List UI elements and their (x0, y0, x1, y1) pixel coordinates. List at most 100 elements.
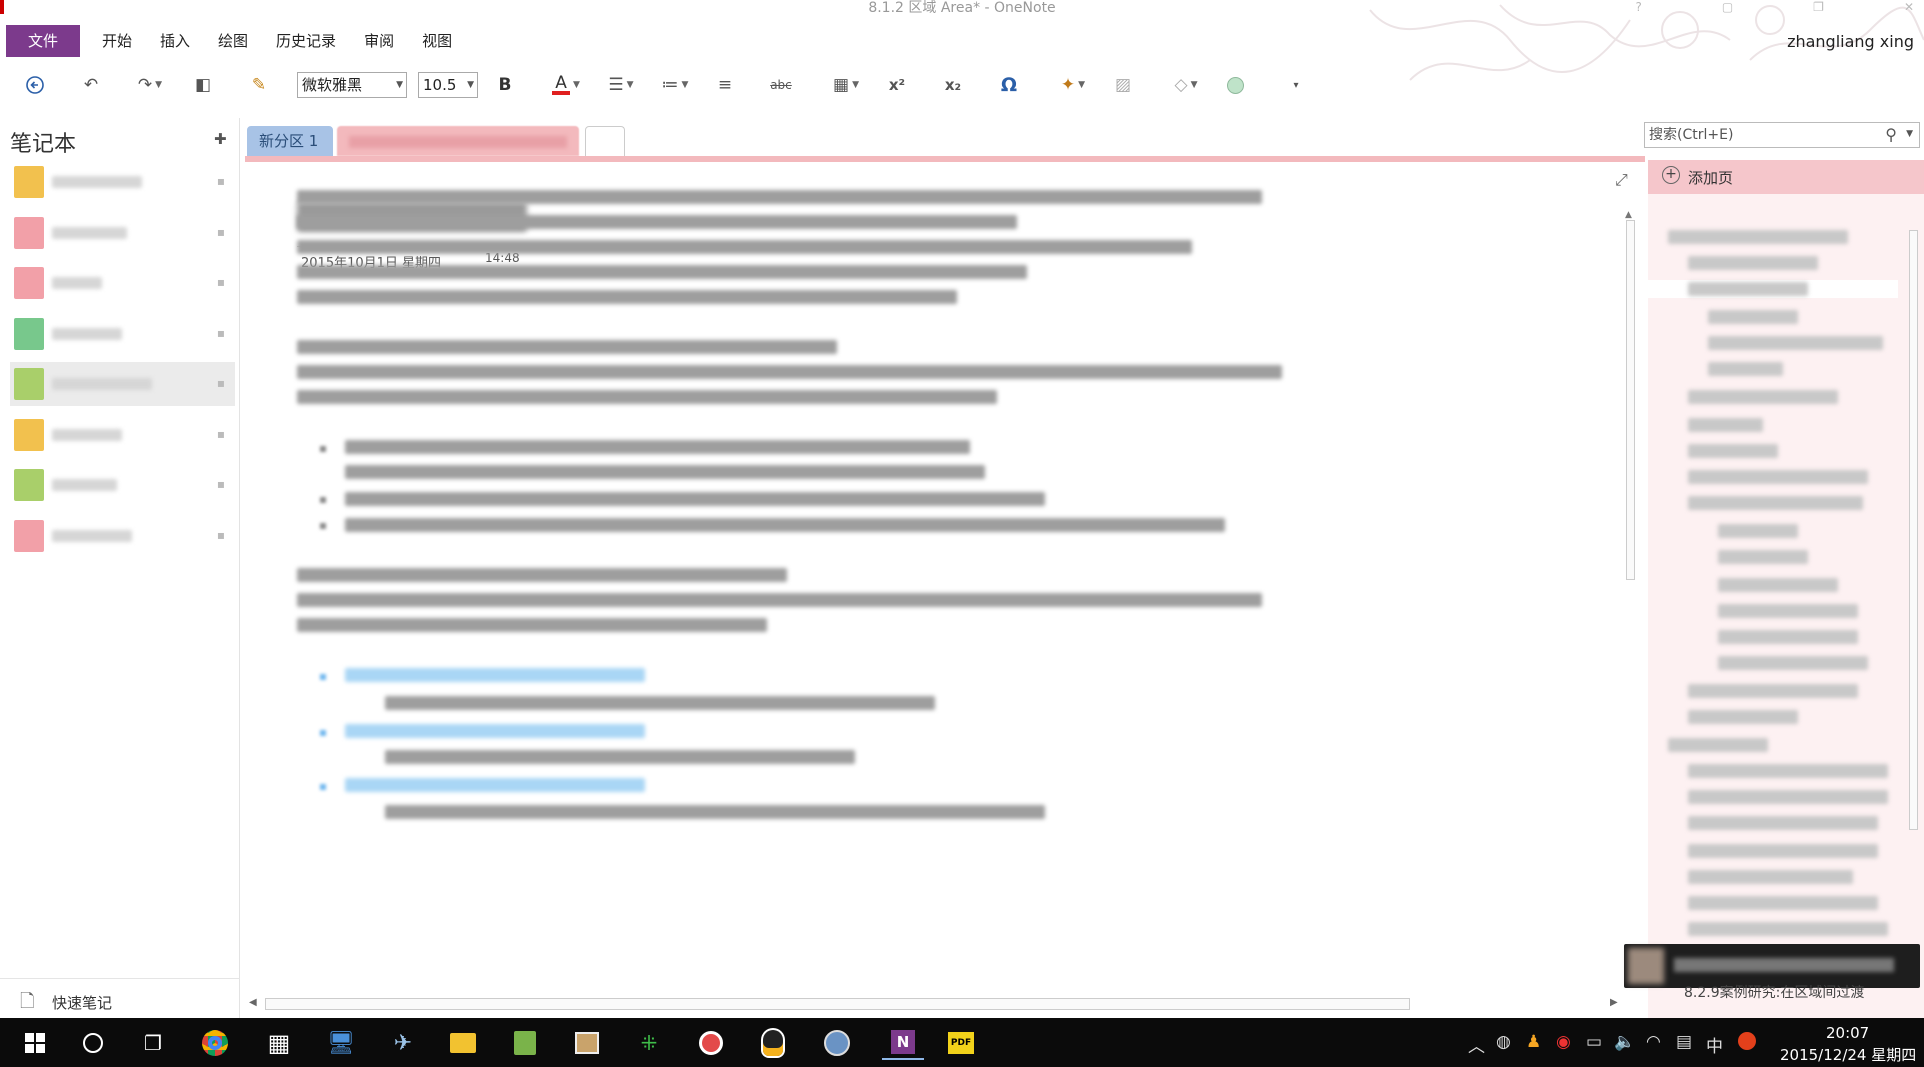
clock-time[interactable]: 20:07 (1826, 1024, 1869, 1042)
notebook-item[interactable]: ▪ (10, 211, 235, 255)
insert-table-button[interactable]: ▦ ▼ (826, 72, 866, 98)
sogou-ime-icon[interactable] (1738, 1032, 1756, 1055)
action-center-icon[interactable]: ▤ (1676, 1032, 1692, 1052)
expand-chevron-icon[interactable]: ▪ (217, 326, 225, 340)
notebook-item[interactable]: ▪ (10, 362, 235, 406)
scroll-thumb[interactable] (1626, 220, 1635, 580)
app-taskbar-button-4[interactable] (570, 1026, 604, 1060)
page-list-item-blurred[interactable] (1668, 738, 1768, 752)
search-box[interactable]: ⚲ ▼ (1644, 122, 1920, 148)
expand-chevron-icon[interactable]: ▪ (217, 376, 225, 390)
subscript-button[interactable]: x₂ (940, 72, 966, 98)
bullet-list-button[interactable]: ☰ ▼ (600, 72, 642, 98)
network-globe-icon[interactable]: ◍ (1496, 1032, 1511, 1052)
security-app-icon[interactable]: ♟ (1526, 1032, 1541, 1052)
page-vertical-scrollbar[interactable]: ▲ (1625, 210, 1637, 1010)
search-button[interactable] (76, 1026, 110, 1060)
chevron-down-icon[interactable]: ▼ (1906, 129, 1913, 139)
page-list-item-blurred[interactable] (1718, 630, 1858, 644)
weibo-icon[interactable]: ◉ (1556, 1032, 1571, 1052)
add-page-button[interactable]: + 添加页 (1648, 160, 1924, 194)
battery-icon[interactable]: ▭ (1586, 1032, 1602, 1052)
page-list-item-blurred[interactable] (1688, 444, 1778, 458)
help-icon[interactable]: ? (1635, 0, 1641, 16)
calculator-taskbar-button[interactable]: ▦ (262, 1026, 296, 1060)
expand-chevron-icon[interactable]: ▪ (217, 275, 225, 289)
app-taskbar-button-2[interactable]: ✈ (386, 1026, 420, 1060)
page-list-item-blurred[interactable] (1718, 604, 1858, 618)
superscript-button[interactable]: x² (884, 72, 910, 98)
numbered-list-button[interactable]: ≔ ▼ (654, 72, 696, 98)
redo-button[interactable]: ↷ ▼ (130, 72, 170, 98)
fullscreen-icon[interactable]: ▢ (1722, 0, 1733, 16)
tab-draw[interactable]: 绘图 (204, 25, 262, 57)
tab-history[interactable]: 历史记录 (262, 25, 350, 57)
page-list-item-blurred[interactable] (1708, 362, 1783, 376)
app-taskbar-button-5[interactable]: ⁜ (632, 1026, 666, 1060)
pdf-taskbar-button[interactable]: PDF (944, 1026, 978, 1060)
scroll-right-icon[interactable]: ▶ (1610, 997, 1618, 1008)
page-list-item-blurred[interactable] (1688, 282, 1808, 296)
expand-chevron-icon[interactable]: ▪ (217, 174, 225, 188)
customize-toolbar-button[interactable]: ▾ (1288, 72, 1304, 98)
expand-chevron-icon[interactable]: ▪ (217, 528, 225, 542)
qq-taskbar-button[interactable] (756, 1026, 790, 1060)
highlight-button[interactable]: ◇ ▼ (1166, 72, 1206, 98)
align-button[interactable]: ≡ (712, 72, 738, 98)
page-list-item-last[interactable]: 8.2.9案例研究:在区域间过渡 (1684, 982, 1864, 1002)
page-canvas[interactable]: ⤢ 2015年10月1日 星期四 14:48 ▲ (245, 162, 1635, 995)
page-list-item-blurred[interactable] (1688, 496, 1863, 510)
notebook-item[interactable]: ▪ (10, 463, 235, 507)
tab-insert[interactable]: 插入 (146, 25, 204, 57)
page-list-scrollbar[interactable] (1908, 220, 1920, 980)
font-color-button[interactable]: A ▼ (544, 72, 588, 98)
tab-home[interactable]: 开始 (88, 25, 146, 57)
add-section-tab[interactable] (585, 126, 625, 156)
app-taskbar-button-6[interactable] (694, 1026, 728, 1060)
scroll-thumb[interactable] (1909, 230, 1918, 830)
page-list-item-blurred[interactable] (1688, 256, 1818, 270)
notebook-item[interactable]: ▪ (10, 514, 235, 558)
page-list-item-blurred[interactable] (1688, 844, 1878, 858)
start-button[interactable] (18, 1026, 52, 1060)
user-name[interactable]: zhangliang xing (1787, 32, 1914, 51)
quick-notes[interactable]: 🗋 快速笔记 (0, 978, 240, 1018)
page-list-item-blurred[interactable] (1688, 470, 1868, 484)
page-list-item-blurred[interactable] (1718, 656, 1868, 670)
page-list-item-blurred[interactable] (1708, 336, 1883, 350)
wifi-icon[interactable]: ◠ (1646, 1032, 1661, 1052)
page-list-item-blurred[interactable] (1688, 390, 1838, 404)
notebook-item[interactable]: ▪ (10, 261, 235, 305)
scroll-thumb[interactable] (265, 998, 1410, 1010)
search-icon[interactable]: ⚲ (1885, 125, 1897, 144)
font-size-select[interactable]: 10.5 ▼ (418, 72, 478, 98)
page-list-item-blurred[interactable] (1688, 764, 1888, 778)
chart-button[interactable]: ▨ (1110, 72, 1136, 98)
expand-chevron-icon[interactable]: ▪ (217, 477, 225, 491)
restore-icon[interactable]: ❐ (1813, 0, 1824, 16)
volume-icon[interactable]: 🔈 (1614, 1032, 1635, 1052)
tab-review[interactable]: 审阅 (350, 25, 408, 57)
page-list-item-blurred[interactable] (1688, 790, 1888, 804)
app-taskbar-button-7[interactable] (820, 1026, 854, 1060)
font-name-select[interactable]: 微软雅黑 ▼ (297, 72, 407, 98)
page-list-item-blurred[interactable] (1688, 896, 1878, 910)
section-tab-current[interactable] (337, 126, 579, 156)
scroll-up-icon[interactable]: ▲ (1625, 210, 1632, 220)
expand-icon[interactable]: ⤢ (1615, 170, 1628, 190)
tab-view[interactable]: 视图 (408, 25, 466, 57)
chrome-taskbar-button[interactable] (198, 1026, 232, 1060)
page-list-item-blurred[interactable] (1718, 524, 1798, 538)
page-list-item-blurred[interactable] (1668, 230, 1848, 244)
search-input[interactable] (1649, 125, 1869, 145)
notebook-item[interactable]: ▪ (10, 160, 235, 204)
page-list-item-blurred[interactable] (1688, 418, 1763, 432)
task-view-button[interactable]: ❐ (136, 1026, 170, 1060)
dock-button[interactable]: ◧ (190, 72, 216, 98)
strikethrough-button[interactable]: abc (766, 72, 796, 98)
insert-symbol-button[interactable]: Ω (996, 72, 1022, 98)
circle-button[interactable] (1222, 72, 1248, 98)
pin-icon[interactable]: ✚ (214, 130, 227, 148)
page-list-item-blurred[interactable] (1718, 550, 1808, 564)
page-list-item-blurred[interactable] (1688, 710, 1798, 724)
